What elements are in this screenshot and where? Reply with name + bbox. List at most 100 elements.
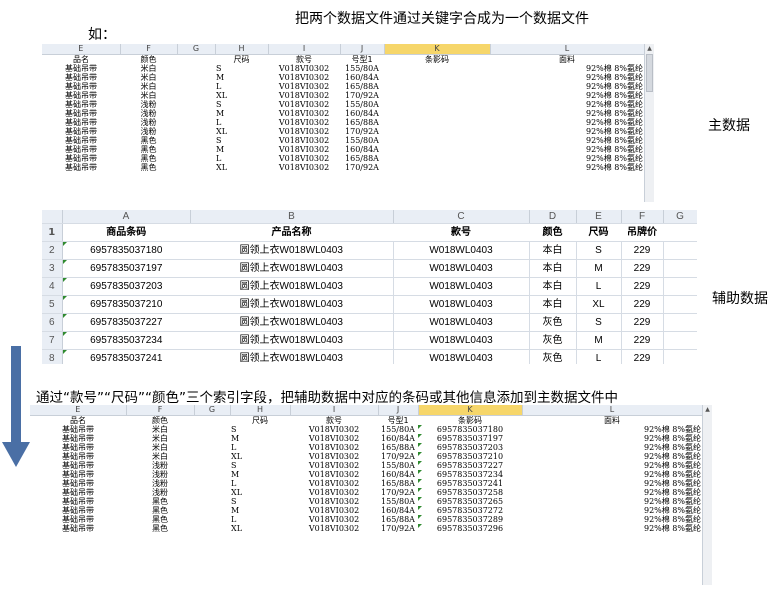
table-cell[interactable]: 浅粉 — [126, 461, 194, 470]
table-cell[interactable]: L — [215, 82, 268, 91]
table-cell[interactable]: 基础吊带 — [30, 443, 126, 452]
table-cell[interactable]: 基础吊带 — [30, 479, 126, 488]
table-cell[interactable]: 155/80A — [340, 64, 384, 73]
table-cell[interactable]: 基础吊带 — [42, 145, 120, 154]
table-cell[interactable]: 基础吊带 — [42, 82, 120, 91]
table-cell[interactable]: 本白 — [529, 277, 577, 296]
table-cell[interactable]: 92%棉 8%氨纶 — [490, 82, 644, 91]
table-cell[interactable]: 6957835037210 — [62, 295, 190, 314]
table-cell[interactable]: 6957835037241 — [418, 479, 522, 488]
table-cell[interactable]: 92%棉 8%氨纶 — [490, 163, 644, 172]
table-cell[interactable]: 92%棉 8%氨纶 — [490, 136, 644, 145]
table-cell[interactable] — [194, 443, 230, 452]
table-cell[interactable]: 米白 — [120, 91, 177, 100]
table-cell[interactable] — [384, 64, 490, 73]
table-cell[interactable]: 92%棉 8%氨纶 — [522, 443, 702, 452]
table-cell[interactable]: 6957835037197 — [418, 434, 522, 443]
table-cell[interactable]: W018WL0403 — [393, 241, 530, 260]
table-cell[interactable]: 6957835037203 — [62, 277, 190, 296]
table-cell[interactable]: 米白 — [126, 452, 194, 461]
table-cell[interactable]: 6957835037210 — [418, 452, 522, 461]
column-header-c[interactable]: C — [393, 210, 530, 224]
table-cell[interactable] — [177, 145, 215, 154]
table-cell[interactable]: 160/84A — [378, 506, 418, 515]
table-cell[interactable]: 92%棉 8%氨纶 — [490, 100, 644, 109]
table-cell[interactable] — [177, 91, 215, 100]
table-cell[interactable]: V018VI0302 — [268, 118, 340, 127]
table-cell[interactable]: V018VI0302 — [290, 488, 378, 497]
table-cell[interactable]: 黑色 — [120, 154, 177, 163]
table-cell[interactable]: 229 — [621, 295, 664, 314]
table-cell[interactable]: 6957835037203 — [418, 443, 522, 452]
table-cell[interactable]: V018VI0302 — [290, 443, 378, 452]
table-cell[interactable]: 基础吊带 — [30, 461, 126, 470]
table-cell[interactable]: 160/84A — [340, 109, 384, 118]
column-header-l[interactable]: L — [490, 44, 645, 55]
column-header-k[interactable]: K — [384, 44, 491, 55]
table-cell[interactable]: 229 — [621, 277, 664, 296]
header-cell[interactable]: 尺码 — [215, 55, 268, 65]
table-cell[interactable]: 圆领上衣W018WL0403 — [190, 313, 394, 332]
table-cell[interactable]: 本白 — [529, 295, 577, 314]
table-cell[interactable]: 6957835037289 — [418, 515, 522, 524]
table-cell[interactable]: 基础吊带 — [42, 100, 120, 109]
table-cell[interactable]: 米白 — [126, 443, 194, 452]
table-cell[interactable]: 基础吊带 — [42, 64, 120, 73]
table-cell[interactable]: 92%棉 8%氨纶 — [490, 109, 644, 118]
table-cell[interactable]: 基础吊带 — [30, 488, 126, 497]
table-cell[interactable]: 灰色 — [529, 331, 577, 350]
table-cell[interactable]: 229 — [621, 241, 664, 260]
table-cell[interactable]: M — [230, 470, 290, 479]
table-cell[interactable]: 基础吊带 — [42, 163, 120, 172]
table-cell[interactable]: 米白 — [126, 425, 194, 434]
table-cell[interactable]: L — [230, 515, 290, 524]
scroll-up-icon[interactable]: ▲ — [703, 405, 712, 414]
table-cell[interactable]: V018VI0302 — [290, 452, 378, 461]
table-cell[interactable]: 92%棉 8%氨纶 — [522, 425, 702, 434]
table-cell[interactable] — [384, 73, 490, 82]
header-cell[interactable]: 尺码 — [230, 416, 290, 426]
table-cell[interactable]: V018VI0302 — [290, 497, 378, 506]
table-cell[interactable]: 浅粉 — [120, 118, 177, 127]
table-cell[interactable]: V018VI0302 — [268, 136, 340, 145]
column-header-i[interactable]: I — [290, 405, 379, 416]
table-cell[interactable] — [384, 82, 490, 91]
column-header-l[interactable]: L — [522, 405, 703, 416]
table-cell[interactable]: 229 — [621, 349, 664, 364]
header-cell[interactable]: 产品名称 — [190, 223, 393, 242]
table-cell[interactable]: S — [215, 100, 268, 109]
table-cell[interactable]: W018WL0403 — [393, 331, 530, 350]
table-cell[interactable]: S — [230, 425, 290, 434]
table-cell[interactable]: W018WL0403 — [393, 295, 530, 314]
table-cell[interactable]: 165/88A — [340, 154, 384, 163]
column-header-h[interactable]: H — [230, 405, 291, 416]
table-cell[interactable] — [177, 118, 215, 127]
table-cell[interactable]: 本白 — [529, 259, 577, 278]
table-cell[interactable]: L — [230, 443, 290, 452]
table-cell[interactable]: 92%棉 8%氨纶 — [522, 497, 702, 506]
column-header-k[interactable]: K — [418, 405, 523, 416]
table-cell[interactable]: M — [215, 109, 268, 118]
table-cell[interactable] — [177, 163, 215, 172]
header-cell[interactable]: 品名 — [42, 55, 120, 65]
table-cell[interactable]: 92%棉 8%氨纶 — [522, 461, 702, 470]
table-cell[interactable]: 黑色 — [126, 497, 194, 506]
table-cell[interactable] — [177, 154, 215, 163]
table-cell[interactable] — [177, 100, 215, 109]
scroll-thumb[interactable] — [646, 54, 653, 92]
table-cell[interactable]: V018VI0302 — [290, 461, 378, 470]
empty-cell[interactable] — [663, 349, 697, 364]
table-cell[interactable]: V018VI0302 — [268, 91, 340, 100]
header-cell[interactable]: 面料 — [522, 416, 702, 426]
table-cell[interactable]: 92%棉 8%氨纶 — [522, 452, 702, 461]
table-cell[interactable]: 基础吊带 — [42, 127, 120, 136]
table-cell[interactable]: 黑色 — [126, 515, 194, 524]
column-header-g[interactable]: G — [663, 210, 697, 224]
table-cell[interactable]: 92%棉 8%氨纶 — [522, 470, 702, 479]
header-cell[interactable]: 颜色 — [126, 416, 194, 426]
table-cell[interactable]: 92%棉 8%氨纶 — [522, 479, 702, 488]
table-cell[interactable]: 155/80A — [378, 461, 418, 470]
column-header-f[interactable]: F — [120, 44, 178, 55]
table-cell[interactable] — [194, 524, 230, 533]
table-cell[interactable]: S — [230, 461, 290, 470]
